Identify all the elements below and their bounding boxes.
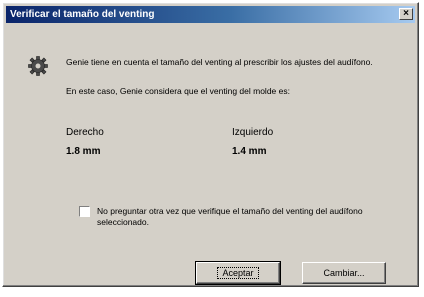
- right-ear-label: Derecho: [66, 127, 104, 138]
- dont-ask-checkbox[interactable]: [79, 206, 90, 217]
- accept-button-label: Aceptar: [217, 267, 259, 279]
- change-button[interactable]: Cambiar...: [302, 262, 386, 284]
- case-text: En este caso, Genie considera que el ven…: [66, 86, 290, 96]
- left-ear-label: Izquierdo: [232, 127, 274, 138]
- left-ear-value: 1.4 mm: [232, 146, 267, 157]
- accept-button[interactable]: Aceptar: [195, 261, 281, 285]
- title-bar: Verificar el tamaño del venting: [6, 6, 415, 23]
- info-text: Genie tiene en cuenta el tamaño del vent…: [66, 57, 373, 67]
- verify-venting-dialog: Verificar el tamaño del venting ×: [2, 2, 419, 287]
- right-ear-value: 1.8 mm: [66, 146, 101, 157]
- close-button[interactable]: ×: [399, 8, 413, 20]
- dont-ask-label[interactable]: No preguntar otra vez que verifique el t…: [97, 206, 367, 228]
- gear-icon: [28, 56, 48, 76]
- window-title: Verificar el tamaño del venting: [10, 9, 155, 20]
